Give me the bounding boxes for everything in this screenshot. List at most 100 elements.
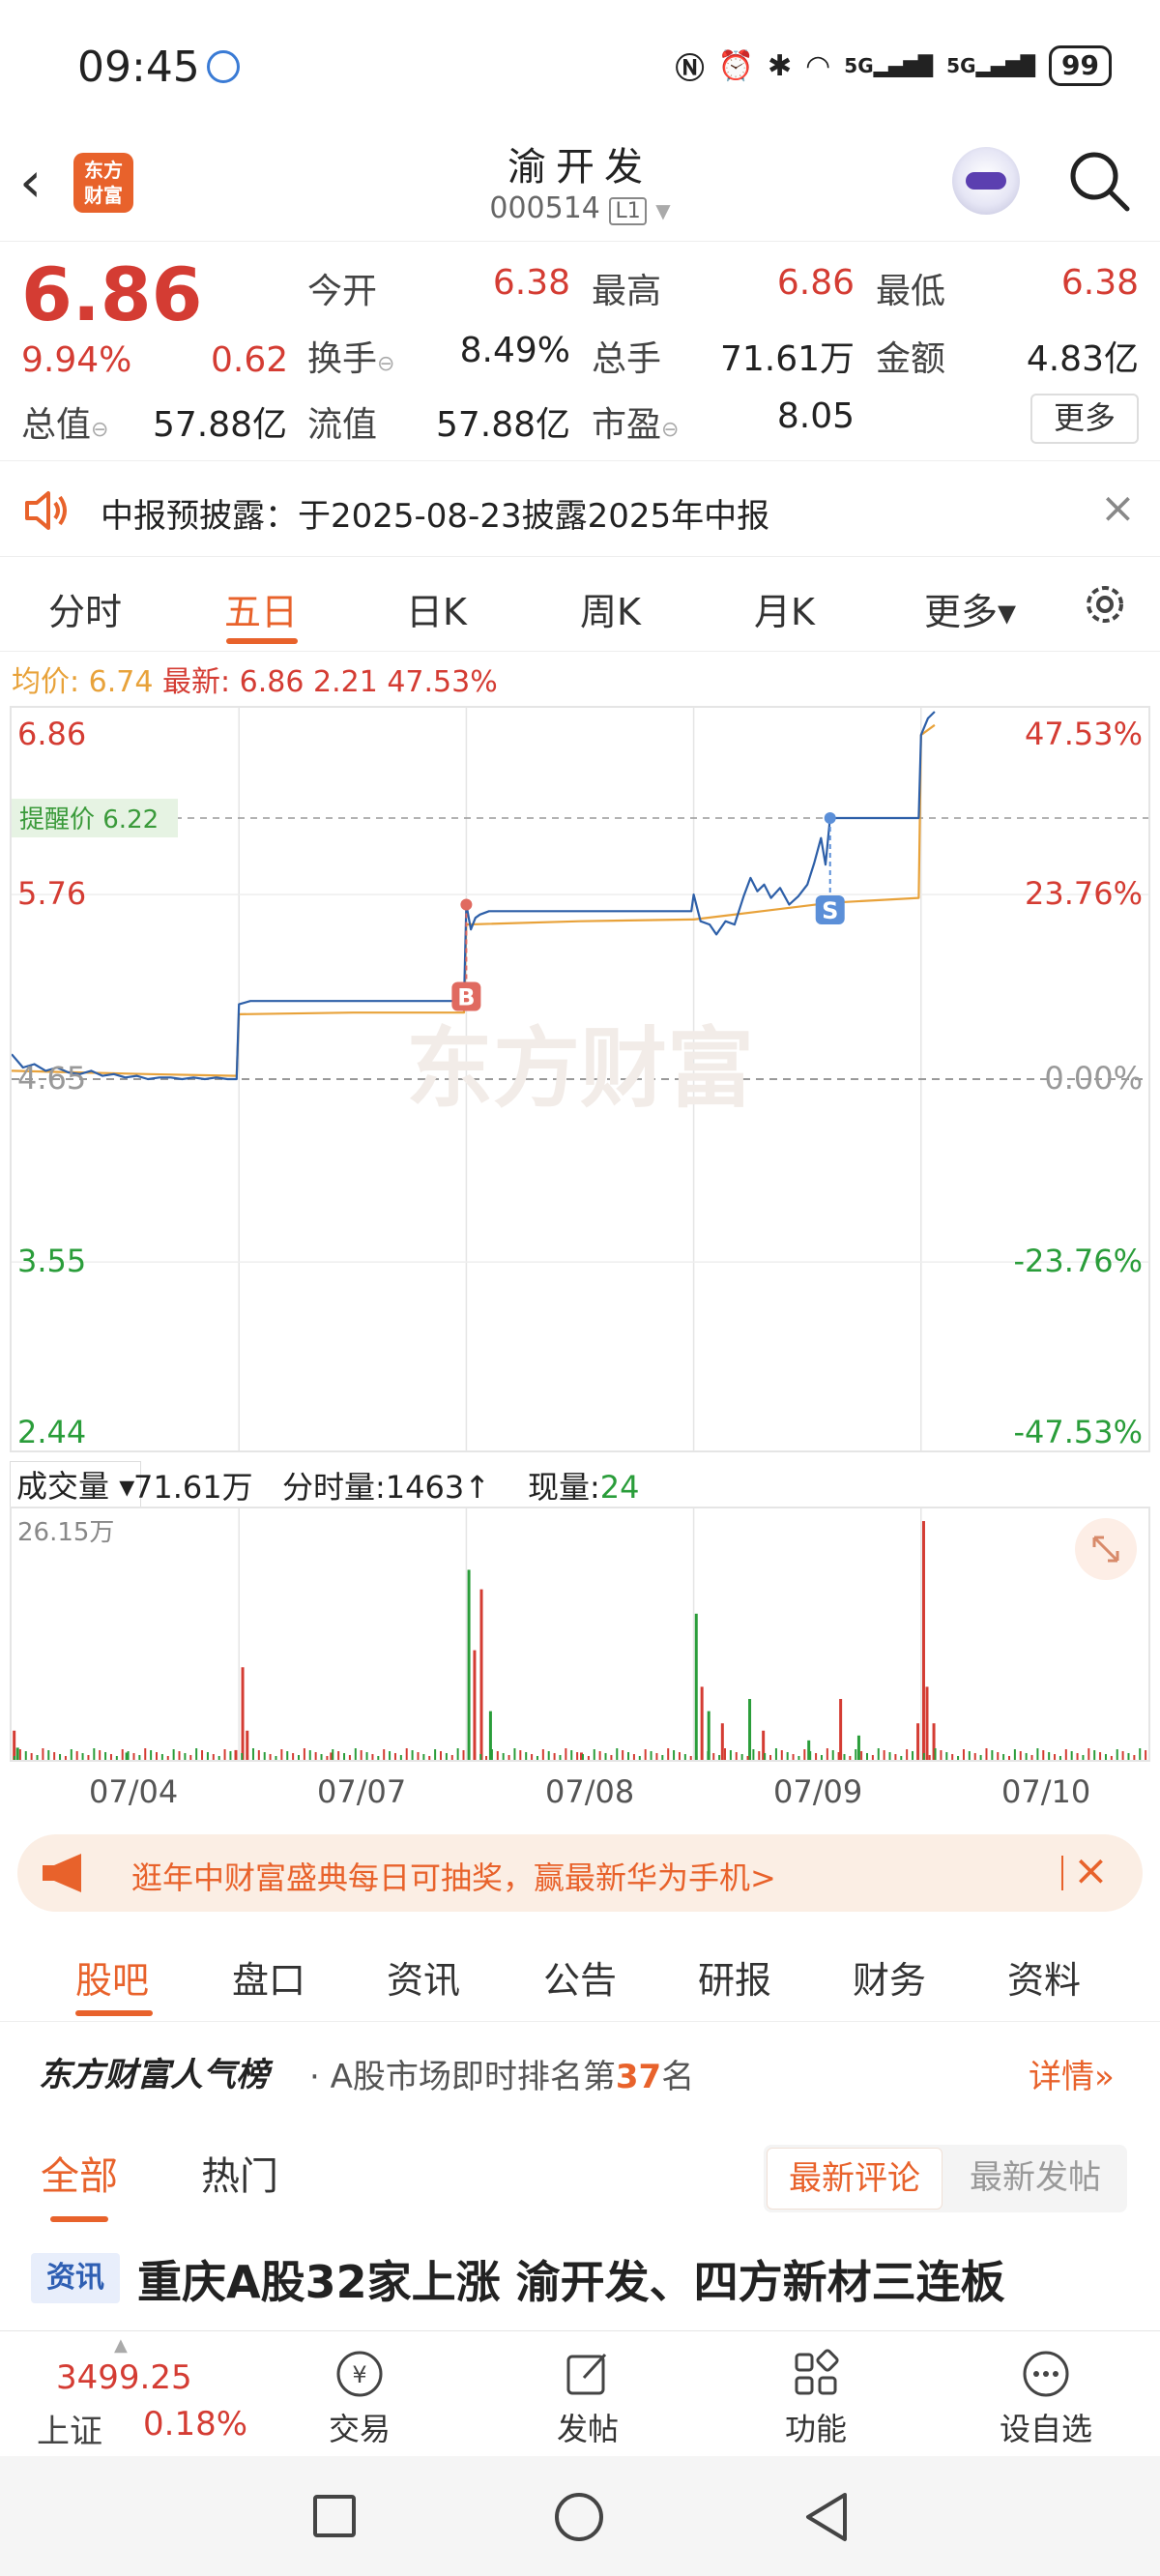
expand-up-icon[interactable]: ▲ — [114, 2335, 128, 2356]
volume-bar — [968, 1751, 971, 1760]
bottom-toolbar: ▲ 3499.25 上证 0.18% ¥ 交易 发帖 功能 设自选 — [0, 2330, 1160, 2456]
sell-marker: S — [822, 897, 838, 924]
sort-latest-post[interactable]: 最新发帖 — [947, 2148, 1123, 2210]
notice-bar[interactable]: 中报预披露：于2025-08-23披露2025年中报 × — [0, 464, 1160, 557]
price-chart[interactable]: 东方财富 提醒价 6.22 B S 6.86 5.76 4.65 3.55 2.44 47.53%… — [10, 706, 1150, 1452]
close-icon[interactable]: × — [1100, 483, 1136, 533]
date-label: 07/04 — [89, 1773, 179, 1810]
latest-value: 6.86 — [239, 665, 304, 699]
pe-label[interactable]: 市盈⊖ — [592, 396, 679, 447]
date-label: 07/09 — [773, 1773, 863, 1810]
more-button[interactable]: 更多 — [1030, 394, 1139, 444]
tab-announcements[interactable]: 公告 — [543, 1950, 617, 2004]
volume-bar — [212, 1754, 215, 1760]
volume-bar — [1002, 1754, 1005, 1760]
assistant-robot-icon[interactable] — [952, 147, 1020, 215]
volume-bar — [150, 1750, 153, 1760]
volume-bar — [156, 1752, 158, 1760]
y-tick-label-right: -47.53% — [1013, 1414, 1143, 1450]
close-icon[interactable]: × — [1073, 1846, 1109, 1895]
volume-bar — [59, 1754, 62, 1760]
home-icon[interactable] — [555, 2493, 603, 2541]
trade-button[interactable]: ¥ 交易 — [292, 2347, 427, 2449]
volume-bar — [189, 1755, 192, 1760]
volume-bar — [99, 1750, 102, 1760]
volume-info-row: 成交量 ▾ 71.61万 分时量:1463↑ 现量:24 — [10, 1455, 1150, 1508]
tab-finance[interactable]: 财务 — [853, 1950, 926, 2004]
news-item[interactable]: 资讯 重庆A股32家上涨 渝开发、四方新材三连板 — [0, 2239, 1160, 2327]
volume-bar — [1139, 1748, 1142, 1760]
popularity-ranking[interactable]: 东方财富人气榜 · A股市场即时排名第37名 详情» — [0, 2031, 1160, 2108]
volume-bar — [450, 1755, 453, 1760]
tab-profile[interactable]: 资料 — [1007, 1950, 1081, 2004]
back-nav-icon[interactable] — [802, 2491, 851, 2543]
volume-bar — [42, 1748, 44, 1760]
high-label: 最高 — [592, 272, 662, 311]
post-filter: 全部 热门 最新评论 最新发帖 — [0, 2127, 1160, 2234]
add-watchlist-button[interactable]: 设自选 — [978, 2347, 1114, 2449]
volume-bar — [712, 1753, 715, 1760]
low-label: 最低 — [876, 272, 946, 311]
volume-bar — [866, 1753, 868, 1760]
tab-five-day[interactable]: 五日 — [224, 582, 298, 635]
tab-news[interactable]: 资讯 — [387, 1950, 460, 2004]
volume-selector[interactable]: 成交量 ▾ — [10, 1461, 142, 1508]
turnover-value: 8.49% — [459, 331, 570, 370]
tab-monthly-k[interactable]: 月K — [754, 582, 815, 635]
tab-pankou[interactable]: 盘口 — [232, 1950, 305, 2004]
features-button[interactable]: 功能 — [748, 2347, 884, 2449]
volume-bar — [1116, 1749, 1118, 1760]
recents-icon[interactable] — [313, 2495, 356, 2537]
volume-bar — [541, 1749, 544, 1760]
volume-bar — [121, 1749, 124, 1760]
alert-label: 提醒价 6.22 — [19, 805, 159, 834]
y-tick-label-left: 3.55 — [17, 1243, 86, 1279]
ranking-detail-link[interactable]: 详情» — [1029, 2050, 1115, 2097]
volume-bar — [644, 1749, 647, 1760]
index-change: 0.18% — [143, 2405, 248, 2444]
volume-bar — [740, 1754, 743, 1760]
volume-bar — [160, 1754, 163, 1760]
volume-bar — [694, 1613, 698, 1760]
system-icons: Ⓝ ⏰ ✱ ◠ 5G▂▄▆█ 5G▂▄▆█ 99 — [676, 44, 1112, 87]
filter-hot[interactable]: 热门 — [201, 2145, 278, 2201]
index-value[interactable]: 3499.25 — [56, 2358, 192, 2397]
volume-bar — [1088, 1748, 1090, 1760]
volume-bar — [598, 1751, 601, 1760]
volume-bar — [906, 1749, 909, 1760]
promo-banner[interactable]: 逛年中财富盛典每日可抽奖，赢最新华为手机> × — [17, 1834, 1143, 1912]
tab-more[interactable]: 更多▾ — [924, 582, 1016, 635]
volume-bar — [758, 1751, 761, 1760]
total-value-label[interactable]: 总值⊖ — [21, 396, 108, 447]
volume-bar — [925, 1686, 929, 1760]
low-value: 6.38 — [1060, 263, 1139, 303]
volume-bar — [565, 1748, 567, 1760]
volume-bar — [75, 1751, 78, 1760]
tab-research[interactable]: 研报 — [698, 1950, 771, 2004]
filter-all[interactable]: 全部 — [41, 2145, 118, 2201]
volume-bar — [303, 1748, 305, 1760]
tab-daily-k[interactable]: 日K — [406, 582, 467, 635]
volume-bar — [337, 1751, 340, 1760]
gear-icon[interactable] — [1081, 580, 1129, 629]
index-name: 上证 — [37, 2413, 102, 2451]
tab-intraday[interactable]: 分时 — [48, 582, 122, 635]
post-button[interactable]: 发帖 — [520, 2347, 655, 2449]
tab-underline — [75, 2010, 153, 2016]
volume-bar — [166, 1756, 169, 1760]
expand-icon[interactable] — [1075, 1518, 1137, 1580]
amount-label: 金额 — [876, 339, 946, 379]
sort-latest-comment[interactable]: 最新评论 — [767, 2148, 942, 2210]
volume-bar — [508, 1755, 510, 1760]
volume-chart[interactable]: 26.15万 — [10, 1507, 1150, 1762]
volume-bar — [479, 1589, 483, 1760]
volume-bar — [849, 1756, 852, 1760]
volume-bar — [218, 1756, 220, 1760]
turnover-label[interactable]: 换手⊖ — [307, 331, 394, 381]
volume-bar — [1145, 1750, 1147, 1760]
volume-bar — [928, 1755, 931, 1760]
search-icon[interactable] — [1065, 147, 1133, 215]
tab-weekly-k[interactable]: 周K — [580, 582, 641, 635]
volume-bar — [434, 1749, 437, 1760]
tab-guba[interactable]: 股吧 — [75, 1950, 149, 2004]
